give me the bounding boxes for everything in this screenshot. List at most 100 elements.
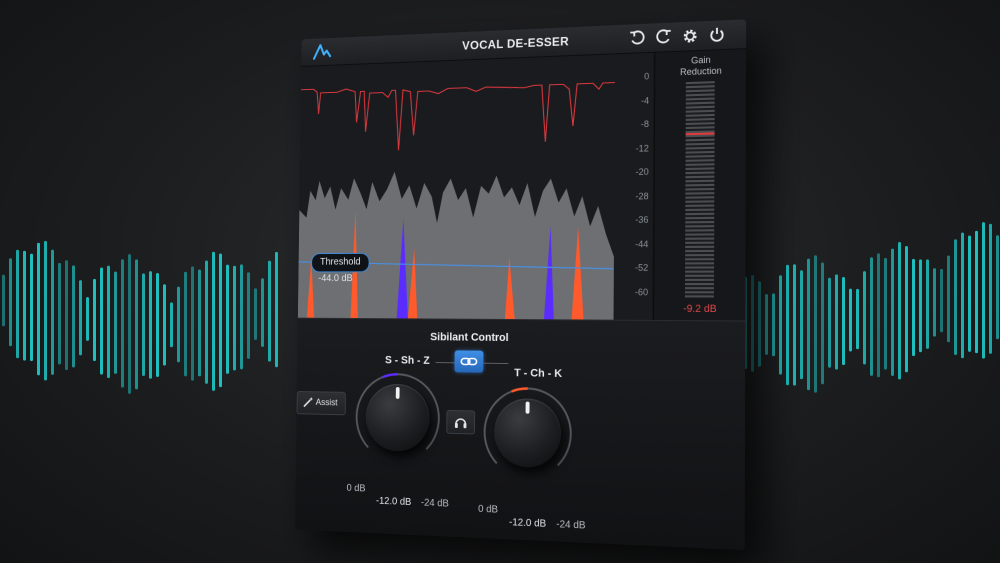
assist-label: Assist [316, 397, 338, 407]
background-bar [261, 278, 264, 347]
db-scale-label: -52 [635, 263, 648, 273]
background-bar [758, 281, 761, 367]
background-bar [982, 222, 985, 359]
background-bar [156, 273, 159, 377]
background-bar [751, 275, 754, 372]
background-bar [149, 271, 152, 379]
background-bar [856, 289, 859, 349]
background-bar [2, 275, 5, 327]
background-bar [51, 250, 54, 375]
background-bar [142, 273, 145, 376]
audio-waveform [298, 167, 615, 319]
background-bar [863, 271, 866, 364]
background-bar [163, 284, 166, 365]
background-bar [814, 255, 817, 392]
band2-knob-indicator [526, 402, 530, 414]
background-bar [954, 239, 957, 355]
background-bar [940, 269, 943, 333]
background-bar [135, 259, 138, 389]
background-bar [807, 259, 810, 391]
band2-min-label: 0 dB [478, 504, 498, 516]
background-bar [828, 278, 831, 368]
db-scale-label: -8 [641, 119, 649, 129]
background-bar [842, 277, 845, 365]
background-bar [100, 267, 103, 374]
magic-wand-icon [302, 396, 314, 409]
background-bar [240, 264, 243, 369]
listen-button[interactable] [446, 410, 475, 435]
assist-button[interactable]: Assist [297, 391, 346, 415]
background-bar [765, 294, 768, 355]
band2-value: -12.0 dB [509, 517, 546, 530]
background-bar [128, 254, 131, 394]
undo-icon[interactable] [628, 29, 646, 48]
background-bar [219, 253, 222, 387]
background-bar [912, 259, 915, 356]
band1-value: -12.0 dB [376, 496, 411, 508]
background-bar [93, 279, 96, 361]
background-bar [16, 250, 19, 359]
background-bar [23, 251, 26, 361]
db-scale-label: 0 [644, 71, 649, 81]
background-bar [170, 302, 173, 347]
background-bar [870, 257, 873, 376]
background-bar [821, 263, 824, 385]
link-button[interactable] [455, 350, 484, 372]
background-bar [275, 252, 278, 367]
threshold-value: -44.0 dB [318, 273, 353, 284]
band2-label: T - Ch - K [514, 367, 562, 380]
background-bar [233, 266, 236, 371]
background-bar [65, 260, 68, 370]
background-bar [205, 260, 208, 383]
gain-reduction-panel: Gain Reduction -9.2 dB [653, 49, 746, 320]
background-bar [884, 258, 887, 370]
background-bar [107, 266, 110, 379]
background-bar [905, 246, 908, 372]
background-bar [926, 259, 929, 349]
background-bar [772, 293, 775, 356]
background-bar [933, 268, 936, 336]
gain-reduction-trace [300, 79, 615, 153]
background-bar [30, 254, 33, 361]
background-bar [121, 259, 124, 387]
gear-icon[interactable] [681, 27, 700, 46]
band1-max-label: -24 dB [421, 498, 449, 510]
db-scale-label: -60 [635, 287, 648, 297]
plugin-window: VOCAL DE-ESSER Threshold -44.0 dB 0 -4 -… [295, 19, 746, 550]
background-bar [975, 231, 978, 354]
gain-reduction-value: -9.2 dB [654, 304, 746, 316]
link-icon [455, 350, 484, 372]
background-bar [947, 256, 950, 343]
power-icon[interactable] [708, 25, 727, 44]
background-bar [786, 265, 789, 386]
link-line-left [436, 362, 455, 363]
redo-icon[interactable] [654, 28, 672, 47]
band1-knob[interactable] [351, 368, 446, 469]
sibilant-control-section: Sibilant Control S - Sh - Z T - Ch - K A… [295, 318, 745, 550]
section-title: Sibilant Control [298, 330, 652, 345]
background-bar [226, 265, 229, 374]
background-bar [268, 261, 271, 362]
threshold-handle[interactable]: Threshold [311, 253, 370, 273]
link-line-right [483, 363, 508, 364]
background-bar [44, 241, 47, 381]
waveform-display[interactable]: Threshold -44.0 dB [298, 53, 653, 320]
band1-label: S - Sh - Z [385, 354, 430, 366]
background-bar [86, 297, 89, 341]
background-bar [849, 289, 852, 352]
background-bar [779, 275, 782, 374]
band1-min-label: 0 dB [346, 483, 365, 495]
background-bar [114, 272, 117, 374]
background-bar [835, 274, 838, 369]
background-bar [198, 270, 201, 377]
band2-knob[interactable] [478, 382, 577, 486]
background-bar [191, 266, 194, 380]
background-bar [37, 243, 40, 376]
background-bar [961, 233, 964, 359]
db-scale-label: -20 [636, 167, 649, 177]
band2-max-label: -24 dB [556, 519, 585, 531]
background-bar [254, 288, 257, 340]
background-bar [212, 252, 215, 391]
background-bar [9, 258, 12, 346]
db-scale-label: -4 [641, 95, 649, 105]
